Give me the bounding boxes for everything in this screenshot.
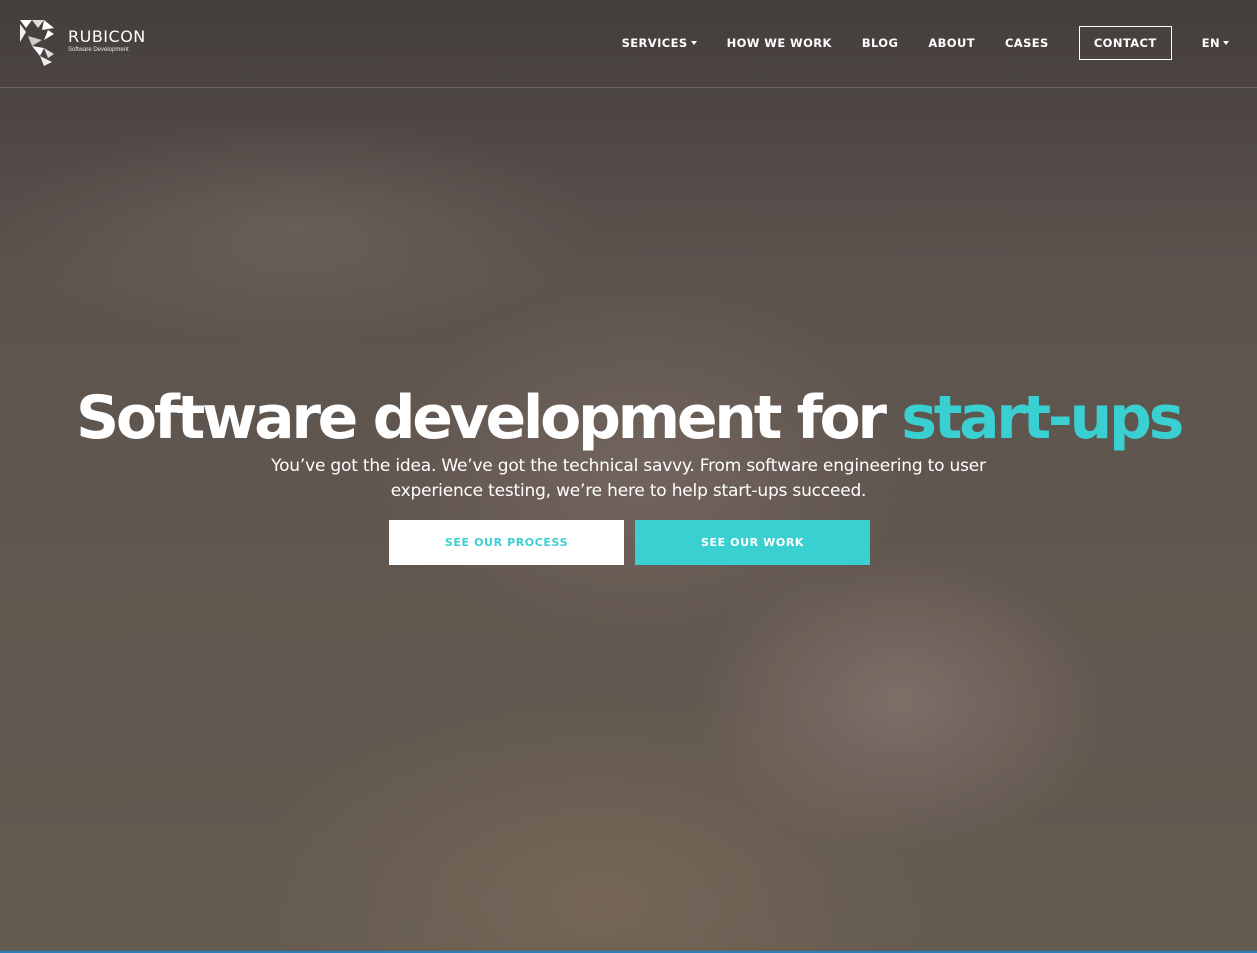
- nav-item-blog[interactable]: BLOG: [862, 36, 899, 50]
- nav-item-services[interactable]: SERVICES: [622, 36, 697, 50]
- see-our-work-button[interactable]: SEE OUR WORK: [635, 520, 870, 565]
- brand-tagline: Software Development: [68, 47, 129, 53]
- rubicon-logo-icon: [20, 20, 54, 66]
- brand-name: RUBICON: [68, 27, 146, 46]
- hero-title-accent: start-ups: [901, 383, 1184, 453]
- hero-title-main: Software development for: [75, 383, 902, 453]
- hero-cta-group: SEE OUR PROCESS SEE OUR WORK: [389, 520, 870, 565]
- nav-item-how-we-work[interactable]: HOW WE WORK: [727, 36, 832, 50]
- logo-link[interactable]: RUBICON Software Development: [18, 18, 168, 70]
- nav-item-about[interactable]: ABOUT: [928, 36, 975, 50]
- main-nav: SERVICES HOW WE WORK BLOG ABOUT CASES CO…: [622, 26, 1257, 60]
- logo-text: RUBICON Software Development: [68, 27, 146, 54]
- chevron-down-icon: [690, 41, 697, 45]
- contact-button[interactable]: CONTACT: [1078, 26, 1172, 60]
- language-selector[interactable]: EN: [1202, 36, 1229, 50]
- language-label: EN: [1201, 36, 1220, 50]
- site-header: RUBICON Software Development SERVICES HO…: [0, 0, 1257, 88]
- chevron-down-icon: [1223, 41, 1229, 45]
- hero-title: Software development for start-ups: [0, 382, 1257, 454]
- see-our-process-button[interactable]: SEE OUR PROCESS: [389, 520, 624, 565]
- hero-section: Software development for start-ups You’v…: [0, 382, 1257, 504]
- hero-subtitle: You’ve got the idea. We’ve got the techn…: [271, 456, 986, 501]
- nav-item-label: SERVICES: [621, 36, 688, 50]
- nav-item-cases[interactable]: CASES: [1005, 36, 1049, 50]
